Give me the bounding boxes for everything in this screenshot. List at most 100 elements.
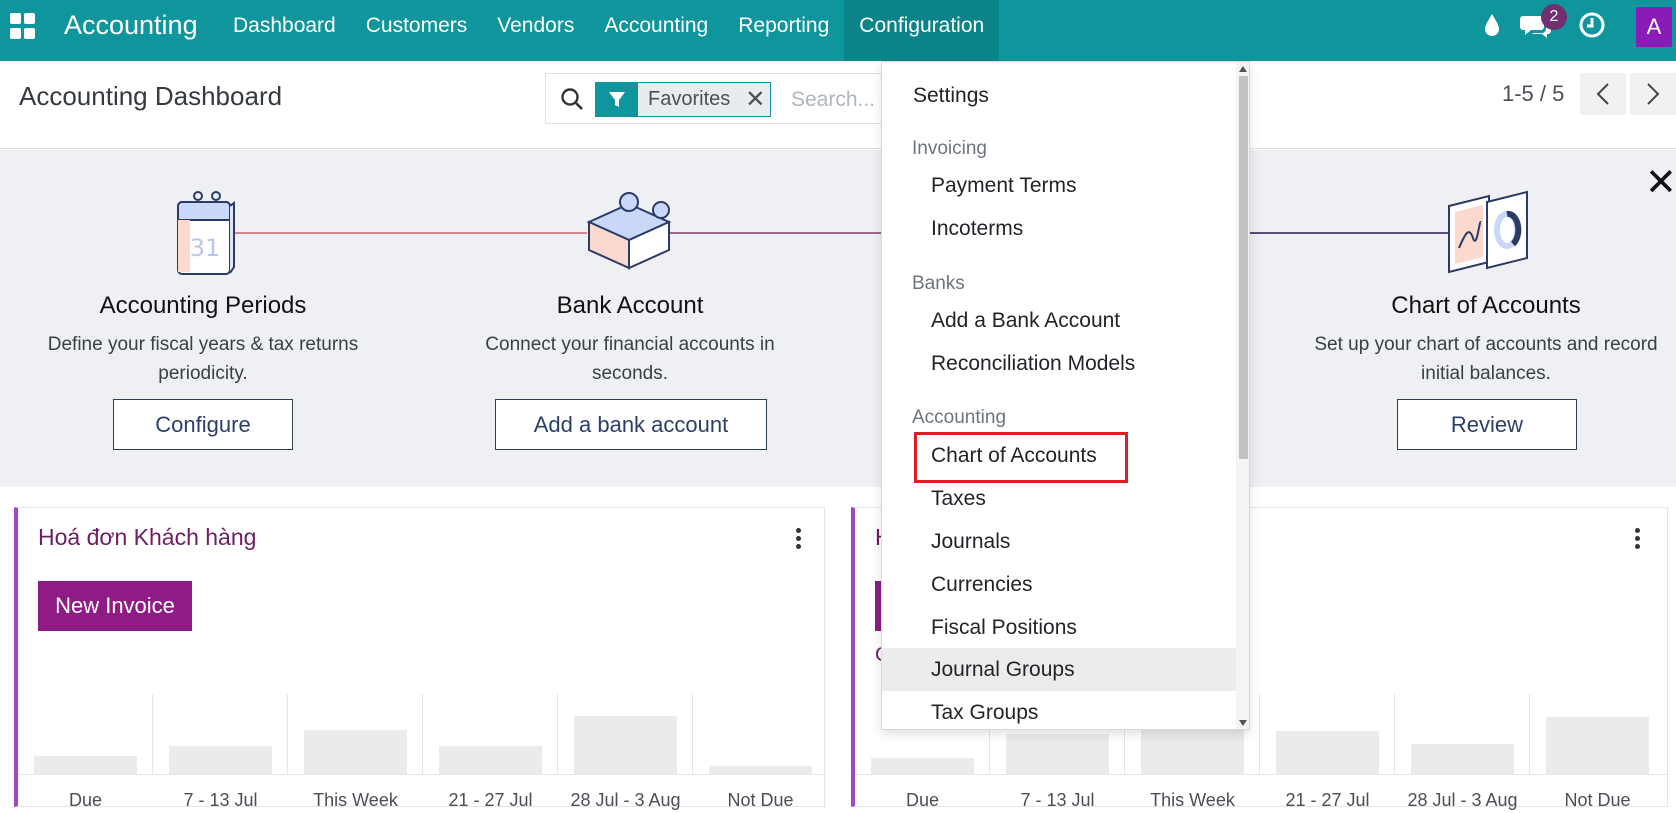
menu-item-add-bank-account[interactable]: Add a Bank Account: [882, 299, 1236, 342]
chart-bar[interactable]: [169, 746, 272, 774]
scroll-up-arrow-icon[interactable]: [1239, 66, 1247, 72]
control-panel: Accounting Dashboard Favorites ✕ 1-5 / 5: [0, 61, 1676, 149]
step-title: Chart of Accounts: [1391, 292, 1581, 319]
menu-item-currencies[interactable]: Currencies: [882, 563, 1236, 606]
facet-label: Favorites: [638, 83, 741, 116]
chart-axis-line: [18, 774, 824, 775]
review-button[interactable]: Review: [1397, 399, 1577, 450]
add-bank-account-button[interactable]: Add a bank account: [495, 399, 767, 450]
chart-column: [1260, 694, 1395, 774]
chart-bar[interactable]: [34, 756, 137, 774]
chart-bar[interactable]: [1141, 730, 1244, 774]
chart-column: [153, 694, 288, 774]
menu-item-journals[interactable]: Journals: [882, 520, 1236, 563]
chart-tick-label: This Week: [1150, 790, 1235, 810]
chevron-left-icon: [1596, 83, 1609, 105]
chart-column: [558, 694, 693, 774]
filter-icon: [596, 83, 638, 116]
chat-badge: 2: [1541, 4, 1567, 30]
menu-customers[interactable]: Customers: [351, 0, 483, 61]
chart-document-icon: [1448, 190, 1528, 274]
menu-item-settings[interactable]: Settings: [882, 74, 1236, 117]
configuration-dropdown: Settings Invoicing Payment Terms Incoter…: [881, 61, 1250, 730]
menu-dashboard[interactable]: Dashboard: [218, 0, 351, 61]
section-header-accounting: Accounting: [912, 407, 1007, 428]
chart-bar[interactable]: [1006, 734, 1109, 774]
chart-tick-label: 21 - 27 Jul: [448, 790, 533, 810]
chart-tick-label: 7 - 13 Jul: [1020, 790, 1095, 810]
search-bar: Favorites ✕: [545, 73, 885, 124]
menu-item-taxes[interactable]: Taxes: [882, 477, 1236, 520]
configure-button[interactable]: Configure: [113, 399, 293, 450]
step-title: Accounting Periods: [99, 292, 307, 319]
top-navbar: Accounting Dashboard Customers Vendors A…: [0, 0, 1676, 61]
calendar-day: 31: [190, 234, 221, 262]
onboarding-close-icon[interactable]: ✕: [1645, 164, 1676, 202]
facet-remove-icon[interactable]: ✕: [740, 83, 771, 116]
chart-bar[interactable]: [304, 730, 407, 774]
user-avatar[interactable]: A: [1636, 7, 1672, 47]
chart-bar[interactable]: [709, 766, 812, 774]
pager-next-button[interactable]: [1630, 73, 1676, 115]
chart-tick-label: 7 - 13 Jul: [183, 790, 258, 810]
chart-column: [288, 694, 423, 774]
card-title[interactable]: Hoá đơn Khách hàng: [38, 524, 256, 551]
search-icon[interactable]: [560, 87, 584, 111]
menu-configuration[interactable]: Configuration: [844, 0, 1000, 61]
app-name[interactable]: Accounting: [64, 10, 198, 41]
dropdown-scrollbar[interactable]: [1236, 62, 1249, 729]
main-menu: Dashboard Customers Vendors Accounting R…: [218, 0, 1000, 61]
step-title: Bank Account: [556, 292, 704, 319]
menu-reporting[interactable]: Reporting: [723, 0, 844, 61]
chart-tick-label: Not Due: [1564, 790, 1631, 810]
scroll-down-arrow-icon[interactable]: [1239, 720, 1247, 726]
menu-item-journal-groups[interactable]: Journal Groups: [882, 648, 1236, 691]
chart-tick-label: This Week: [313, 790, 398, 810]
search-facet: Favorites ✕: [595, 82, 772, 117]
chart-bar[interactable]: [1546, 717, 1649, 774]
chart-column: [18, 694, 153, 774]
chart-column: [1395, 694, 1530, 774]
chart-bar[interactable]: [1276, 731, 1379, 774]
onboarding-connector: [225, 232, 587, 234]
chart-bar[interactable]: [574, 716, 677, 774]
highlight-box: [914, 432, 1128, 483]
chart-tick-label: Due: [905, 790, 940, 810]
menu-item-reconciliation-models[interactable]: Reconciliation Models: [882, 342, 1236, 385]
section-header-invoicing: Invoicing: [912, 138, 987, 159]
pager-previous-button[interactable]: [1580, 73, 1626, 115]
pager-value[interactable]: 1-5 / 5: [1502, 81, 1564, 107]
menu-item-fiscal-positions[interactable]: Fiscal Positions: [882, 606, 1236, 649]
chart-axis-line: [855, 774, 1667, 775]
menu-vendors[interactable]: Vendors: [482, 0, 589, 61]
menu-item-payment-terms[interactable]: Payment Terms: [882, 164, 1236, 207]
step-description: Define your fiscal years & tax returns p…: [47, 334, 359, 384]
chart-tick-label: 21 - 27 Jul: [1285, 790, 1370, 810]
onboarding-connector: [670, 232, 882, 234]
onboarding-panel: ✕ 31 Accounting Periods Define your fisc…: [0, 150, 1676, 487]
kebab-menu-icon[interactable]: [1635, 528, 1641, 552]
menu-item-tax-groups[interactable]: Tax Groups: [882, 691, 1236, 729]
chart-column: [423, 694, 558, 774]
invoice-bar-chart[interactable]: Due 7 - 13 Jul This Week 21 - 27 Jul 28 Jul …: [18, 694, 824, 810]
chart-bar[interactable]: [439, 746, 542, 774]
water-drop-icon[interactable]: [1481, 10, 1503, 40]
scroll-thumb[interactable]: [1239, 76, 1248, 459]
apps-grid-icon[interactable]: [10, 13, 36, 39]
onboarding-connector: [1250, 232, 1450, 234]
clock-icon[interactable]: [1577, 10, 1607, 40]
chart-tick-label: 28 Jul - 3 Aug: [570, 790, 681, 810]
menu-accounting[interactable]: Accounting: [589, 0, 723, 61]
section-header-banks: Banks: [912, 273, 965, 294]
chart-tick-label: 28 Jul - 3 Aug: [1407, 790, 1518, 810]
menu-item-incoterms[interactable]: Incoterms: [882, 207, 1236, 250]
search-input[interactable]: [791, 83, 881, 116]
new-invoice-button[interactable]: New Invoice: [38, 581, 192, 631]
chart-bar[interactable]: [1411, 744, 1514, 774]
step-description: Set up your chart of accounts and record…: [1314, 334, 1658, 384]
kebab-menu-icon[interactable]: [796, 528, 802, 552]
chart-column: [693, 694, 828, 774]
puzzle-piece-icon: [586, 192, 672, 270]
page-title: Accounting Dashboard: [19, 81, 283, 111]
chart-bar[interactable]: [871, 758, 974, 774]
